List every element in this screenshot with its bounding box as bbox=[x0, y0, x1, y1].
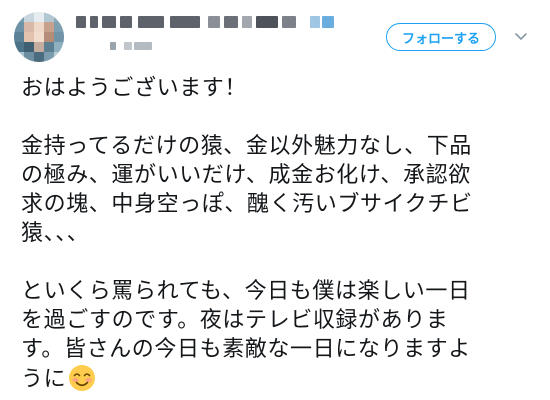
tweet-line: といくら罵られても、今日も僕は楽しい一日 bbox=[21, 279, 471, 304]
tweet-last-line: うに bbox=[21, 364, 521, 394]
avatar[interactable] bbox=[14, 12, 64, 62]
tweet-line: 猿、、、 bbox=[21, 221, 90, 246]
smiling-face-with-blush-emoji bbox=[69, 365, 96, 391]
tweet-line: おはようございます！ bbox=[21, 76, 248, 101]
chevron-down-icon[interactable] bbox=[514, 29, 528, 43]
tweet-header: フォローする bbox=[0, 0, 550, 62]
tweet-line: の極み、運がいいだけ、成金お化け、承認欲 bbox=[21, 163, 471, 188]
tweet-line: うに bbox=[21, 367, 67, 392]
tweet-line: 求の塊、中身空っぽ、醜く汚いブサイクチビ bbox=[21, 192, 473, 217]
tweet-line: を過ごすのです。夜はテレビ収録がありま bbox=[21, 308, 449, 333]
tweet-text: おはようございます！ 金持ってるだけの猿、金以外魅力なし、下品 の極み、運がいい… bbox=[21, 74, 521, 394]
follow-button[interactable]: フォローする bbox=[386, 23, 496, 51]
tweet-line: す。皆さんの今日も素敵な一日になりますよ bbox=[21, 337, 471, 362]
tweet-line: 金持ってるだけの猿、金以外魅力なし、下品 bbox=[21, 134, 472, 159]
